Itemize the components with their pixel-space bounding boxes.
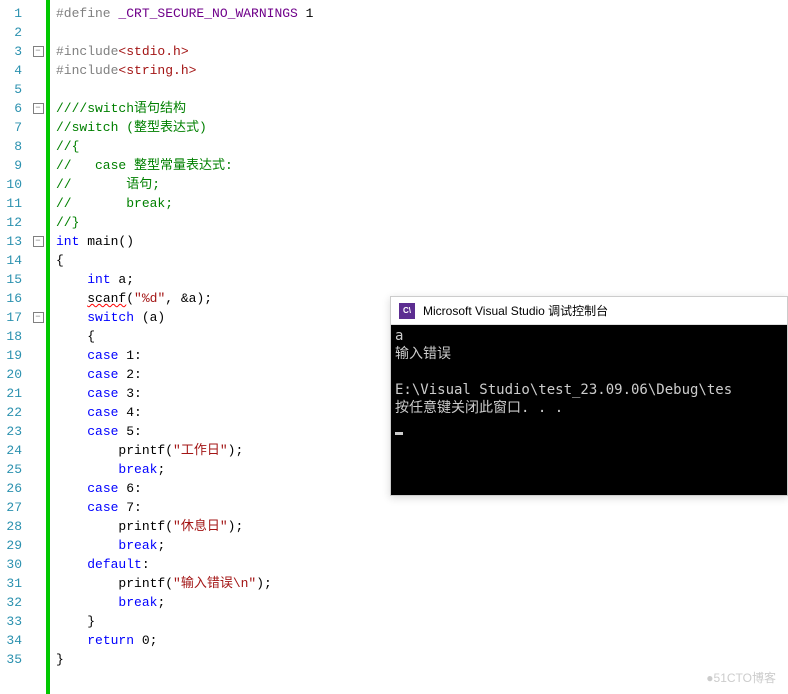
code-line[interactable]: ////switch语句结构 bbox=[56, 99, 788, 118]
console-cursor bbox=[395, 432, 403, 435]
line-number: 13 bbox=[4, 232, 22, 251]
line-number: 21 bbox=[4, 384, 22, 403]
code-line[interactable]: #include<string.h> bbox=[56, 61, 788, 80]
line-number: 3 bbox=[4, 42, 22, 61]
code-line[interactable] bbox=[56, 80, 788, 99]
watermark: ●51CTO博客 bbox=[706, 669, 776, 686]
fold-column[interactable]: − − − − bbox=[30, 0, 46, 694]
code-line[interactable]: printf("休息日"); bbox=[56, 517, 788, 536]
code-line[interactable]: //switch (整型表达式) bbox=[56, 118, 788, 137]
line-number: 4 bbox=[4, 61, 22, 80]
debug-console-window[interactable]: C\ Microsoft Visual Studio 调试控制台 a 输入错误 … bbox=[390, 296, 788, 496]
vs-icon: C\ bbox=[399, 303, 415, 319]
line-number: 25 bbox=[4, 460, 22, 479]
code-line[interactable]: //} bbox=[56, 213, 788, 232]
line-number: 30 bbox=[4, 555, 22, 574]
code-line[interactable]: break; bbox=[56, 593, 788, 612]
code-line[interactable]: case 7: bbox=[56, 498, 788, 517]
line-number: 23 bbox=[4, 422, 22, 441]
line-number: 14 bbox=[4, 251, 22, 270]
fold-toggle-icon[interactable]: − bbox=[33, 103, 44, 114]
code-line[interactable]: printf("输入错误\n"); bbox=[56, 574, 788, 593]
line-number: 33 bbox=[4, 612, 22, 631]
line-number: 34 bbox=[4, 631, 22, 650]
code-line[interactable]: break; bbox=[56, 536, 788, 555]
line-number: 11 bbox=[4, 194, 22, 213]
code-line[interactable]: default: bbox=[56, 555, 788, 574]
line-number: 8 bbox=[4, 137, 22, 156]
line-number: 22 bbox=[4, 403, 22, 422]
code-line[interactable]: } bbox=[56, 612, 788, 631]
console-title-bar[interactable]: C\ Microsoft Visual Studio 调试控制台 bbox=[391, 297, 787, 325]
line-number: 2 bbox=[4, 23, 22, 42]
line-number: 20 bbox=[4, 365, 22, 384]
line-number: 32 bbox=[4, 593, 22, 612]
line-number: 27 bbox=[4, 498, 22, 517]
code-line[interactable]: #include<stdio.h> bbox=[56, 42, 788, 61]
fold-toggle-icon[interactable]: − bbox=[33, 312, 44, 323]
fold-toggle-icon[interactable]: − bbox=[33, 236, 44, 247]
code-line[interactable]: // 语句; bbox=[56, 175, 788, 194]
code-line[interactable]: return 0; bbox=[56, 631, 788, 650]
line-number: 19 bbox=[4, 346, 22, 365]
code-line[interactable]: #define _CRT_SECURE_NO_WARNINGS 1 bbox=[56, 4, 788, 23]
code-line[interactable]: // case 整型常量表达式: bbox=[56, 156, 788, 175]
change-indicator bbox=[46, 0, 50, 694]
console-output[interactable]: a 输入错误 E:\Visual Studio\test_23.09.06\De… bbox=[391, 325, 787, 495]
line-number: 9 bbox=[4, 156, 22, 175]
code-line[interactable] bbox=[56, 23, 788, 42]
line-number: 5 bbox=[4, 80, 22, 99]
line-number: 6 bbox=[4, 99, 22, 118]
line-number: 31 bbox=[4, 574, 22, 593]
line-number: 35 bbox=[4, 650, 22, 669]
line-number: 15 bbox=[4, 270, 22, 289]
line-number: 1 bbox=[4, 4, 22, 23]
console-title-text: Microsoft Visual Studio 调试控制台 bbox=[423, 302, 608, 319]
line-number: 10 bbox=[4, 175, 22, 194]
line-number: 12 bbox=[4, 213, 22, 232]
line-number: 7 bbox=[4, 118, 22, 137]
code-line[interactable]: { bbox=[56, 251, 788, 270]
code-line[interactable]: //{ bbox=[56, 137, 788, 156]
line-number: 28 bbox=[4, 517, 22, 536]
code-line[interactable]: int main() bbox=[56, 232, 788, 251]
code-line[interactable]: // break; bbox=[56, 194, 788, 213]
line-number: 26 bbox=[4, 479, 22, 498]
line-numbers: 1234567891011121314151617181920212223242… bbox=[0, 0, 30, 694]
line-number: 16 bbox=[4, 289, 22, 308]
fold-toggle-icon[interactable]: − bbox=[33, 46, 44, 57]
line-number: 24 bbox=[4, 441, 22, 460]
line-number: 18 bbox=[4, 327, 22, 346]
code-line[interactable]: int a; bbox=[56, 270, 788, 289]
line-number: 29 bbox=[4, 536, 22, 555]
line-number: 17 bbox=[4, 308, 22, 327]
code-line[interactable]: } bbox=[56, 650, 788, 669]
